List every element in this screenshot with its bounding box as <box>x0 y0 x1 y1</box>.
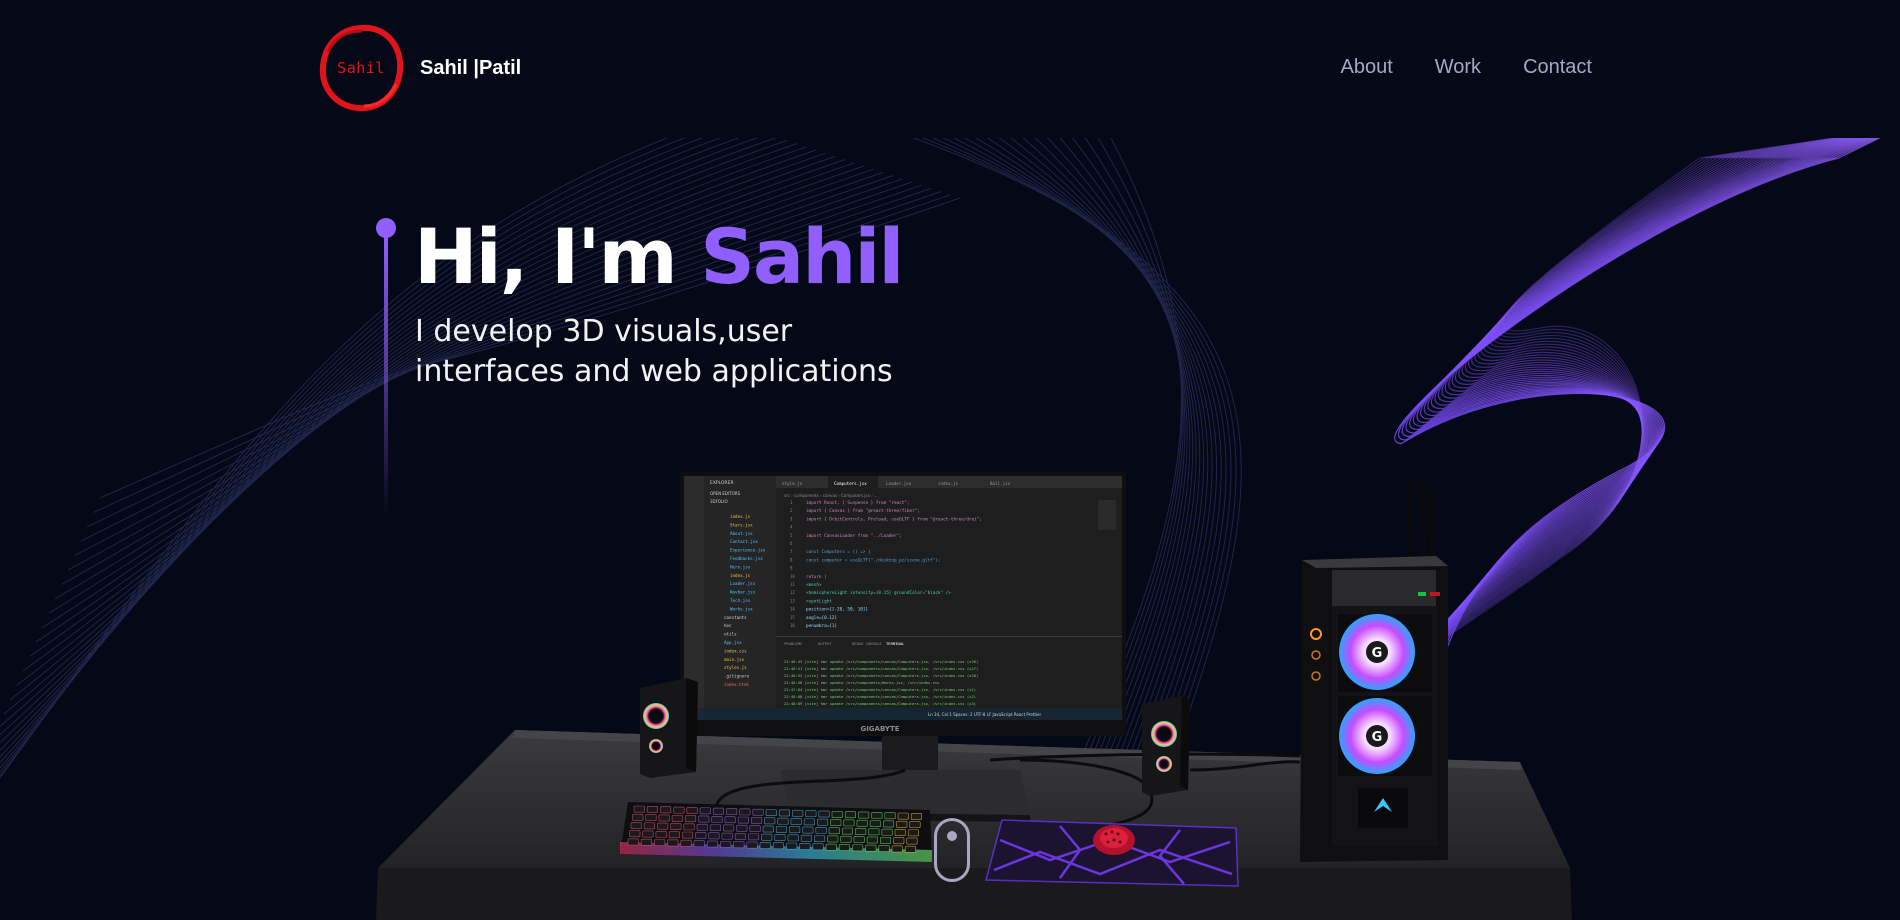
wave-line <box>1381 138 1876 920</box>
nav-link-contact[interactable]: Contact <box>1523 56 1592 79</box>
home-logo-link[interactable]: Sahil Sahil |Patil <box>316 22 521 114</box>
hero-title-name: Sahil <box>700 212 904 301</box>
hero-title: Hi, I'm Sahil <box>414 212 904 301</box>
wave-line <box>1034 138 1194 920</box>
logo-badge: Sahil <box>316 22 406 114</box>
wave-line <box>952 138 1222 920</box>
hero-accent-line <box>376 218 396 518</box>
wave-line <box>1046 138 1191 920</box>
scroll-dot-icon <box>947 831 957 841</box>
wave-line <box>1376 138 1875 920</box>
wave-line <box>1396 138 1880 920</box>
nav-link-about[interactable]: About <box>1340 56 1392 79</box>
wave-line <box>1391 138 1879 920</box>
brand-name: Sahil |Patil <box>420 56 522 79</box>
scroll-down-indicator[interactable] <box>934 818 970 882</box>
logo-text: Sahil <box>337 59 385 77</box>
navbar: Sahil Sahil |Patil About Work Contact <box>0 0 1900 138</box>
hero-subtitle-line-2: interfaces and web applications <box>415 354 893 389</box>
wave-line <box>911 138 1242 920</box>
portfolio-page: Sahil Sahil |Patil About Work Contact Hi… <box>0 0 1900 920</box>
wave-line <box>931 138 1232 920</box>
hero-section <box>0 138 1900 920</box>
wave-line <box>1386 138 1877 920</box>
wave-line <box>1024 138 1183 920</box>
wave-line <box>1019 138 1182 920</box>
wave-line <box>1394 138 1881 920</box>
wave-line <box>1035 138 1186 920</box>
hero-subtitle-line-1: I develop 3D visuals,user <box>415 314 793 349</box>
hero-title-prefix: Hi, I'm <box>414 212 701 301</box>
wave-line <box>1342 138 1866 920</box>
wave-line <box>1366 138 1872 920</box>
wave-line <box>1357 138 1870 920</box>
hero-wave-background <box>0 138 1881 920</box>
hero-subtitle: I develop 3D visuals,user interfaces and… <box>415 312 975 392</box>
wave-line <box>1347 138 1867 920</box>
wave-line <box>1361 138 1871 920</box>
nav-link-work[interactable]: Work <box>1435 56 1481 79</box>
nav-links: About Work Contact <box>1298 56 1592 79</box>
wave-line <box>1352 138 1868 920</box>
wave-line <box>975 138 1213 920</box>
wave-line <box>998 138 1205 920</box>
wave-line <box>1371 138 1873 920</box>
